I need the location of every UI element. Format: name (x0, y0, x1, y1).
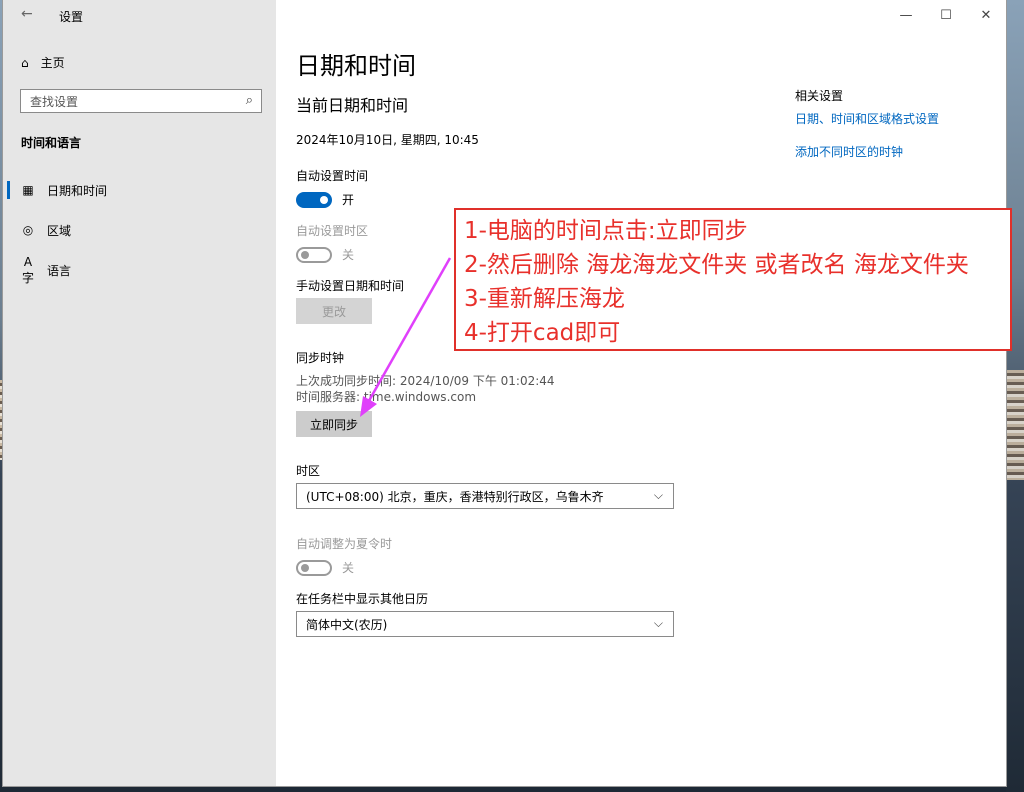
auto-time-toggle-row: 开 (296, 191, 354, 208)
timezone-select[interactable]: (UTC+08:00) 北京，重庆，香港特别行政区，乌鲁木齐 ⌵ (296, 483, 674, 509)
dst-toggle-row: 关 (296, 559, 354, 576)
language-icon: A字 (21, 254, 34, 285)
home-icon: ⌂ (21, 55, 29, 70)
calendar-clock-icon: ▦ (22, 183, 34, 197)
maximize-icon[interactable]: ☐ (926, 0, 966, 30)
sync-now-button[interactable]: 立即同步 (296, 411, 372, 437)
timezone-label: 时区 (296, 464, 321, 478)
sync-clock-label: 同步时钟 (296, 351, 345, 365)
dst-toggle[interactable] (296, 559, 332, 576)
auto-timezone-label: 自动设置时区 (296, 224, 369, 238)
home-label: 主页 (40, 56, 65, 70)
annotation-line: 2-然后删除 海龙海龙文件夹 或者改名 海龙文件夹 (464, 252, 969, 278)
manual-datetime-label: 手动设置日期和时间 (296, 279, 405, 293)
chevron-down-icon: ⌵ (653, 488, 663, 502)
auto-timezone-toggle-row: 关 (296, 246, 354, 263)
auto-time-toggle[interactable] (296, 191, 332, 208)
search-icon[interactable]: ⌕ (246, 93, 253, 108)
auto-time-state: 开 (342, 193, 355, 207)
last-sync-text: 上次成功同步时间: 2024/10/09 下午 01:02:44 (296, 374, 555, 388)
sidebar-item-label: 区域 (47, 223, 72, 238)
annotation-line: 3-重新解压海龙 (464, 286, 625, 312)
dst-label: 自动调整为夏令时 (296, 537, 393, 551)
annotation-box: 1-电脑的时间点击:立即同步 2-然后删除 海龙海龙文件夹 或者改名 海龙文件夹… (454, 208, 1012, 351)
sidebar-item-label: 语言 (47, 263, 72, 278)
search-input[interactable]: 查找设置 ⌕ (20, 89, 262, 113)
auto-time-label: 自动设置时间 (296, 169, 369, 183)
page-title: 日期和时间 (296, 52, 416, 80)
app-title: 设置 (59, 10, 84, 24)
main-content: — ☐ ✕ 日期和时间 当前日期和时间 2024年10月10日, 星期四, 10… (276, 0, 1006, 786)
sidebar-item-label: 日期和时间 (47, 183, 108, 198)
auto-timezone-toggle[interactable] (296, 246, 332, 263)
home-nav-item[interactable]: ⌂ 主页 (21, 54, 65, 71)
dst-state: 关 (342, 561, 355, 575)
settings-window: ← 设置 ⌂ 主页 查找设置 ⌕ 时间和语言 ▦ 日期和时间 ◎ 区域 A字 语… (3, 0, 1006, 786)
sidebar-section-title: 时间和语言 (21, 136, 82, 150)
related-settings-title: 相关设置 (795, 89, 844, 103)
window-controls: — ☐ ✕ (886, 0, 1006, 30)
time-server-text: 时间服务器: time.windows.com (296, 390, 477, 404)
link-add-clocks[interactable]: 添加不同时区的时钟 (795, 143, 903, 160)
back-arrow-icon[interactable]: ← (21, 6, 33, 22)
link-region-format[interactable]: 日期、时间和区域格式设置 (795, 110, 939, 127)
sidebar-item-language[interactable]: A字 语言 (21, 255, 72, 285)
annotation-line: 4-打开cad即可 (464, 320, 621, 346)
calendar-select[interactable]: 简体中文(农历) ⌵ (296, 611, 674, 637)
timezone-value: (UTC+08:00) 北京，重庆，香港特别行政区，乌鲁木齐 (306, 489, 604, 504)
section-title-current: 当前日期和时间 (296, 96, 409, 115)
sidebar-item-region[interactable]: ◎ 区域 (21, 218, 71, 242)
calendar-value: 简体中文(农历) (306, 617, 388, 632)
close-icon[interactable]: ✕ (966, 0, 1006, 30)
calendar-label: 在任务栏中显示其他日历 (296, 592, 429, 606)
sidebar: ← 设置 ⌂ 主页 查找设置 ⌕ 时间和语言 ▦ 日期和时间 ◎ 区域 A字 语… (3, 0, 276, 786)
globe-icon: ◎ (22, 223, 34, 237)
minimize-icon[interactable]: — (886, 0, 926, 30)
current-datetime: 2024年10月10日, 星期四, 10:45 (296, 133, 479, 147)
sidebar-item-date-time[interactable]: ▦ 日期和时间 (6, 178, 108, 202)
chevron-down-icon: ⌵ (653, 616, 663, 630)
auto-timezone-state: 关 (342, 248, 355, 262)
change-button[interactable]: 更改 (296, 298, 372, 324)
search-placeholder: 查找设置 (30, 94, 79, 109)
desktop-background-right (1006, 0, 1024, 792)
annotation-line: 1-电脑的时间点击:立即同步 (464, 218, 748, 244)
